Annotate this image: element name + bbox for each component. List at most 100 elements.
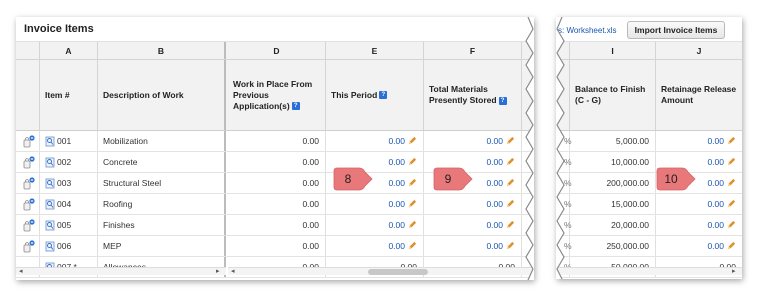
table-row[interactable]: % 15,000.00 0.00 (556, 194, 742, 215)
worksheet-link[interactable]: s: Worksheet.xls (558, 26, 617, 35)
item-number-cell[interactable]: 006 (40, 236, 98, 256)
lock-icon[interactable] (23, 240, 35, 253)
edit-pencil-icon[interactable] (724, 199, 736, 210)
retainage-cell[interactable]: 0.00 (656, 131, 742, 151)
materials-stored-cell[interactable]: 0.00 (424, 236, 522, 256)
scroll-right-arrow-icon[interactable]: ▸ (216, 267, 220, 275)
edit-pencil-icon[interactable] (724, 241, 736, 252)
edit-pencil-icon[interactable] (503, 178, 515, 189)
retainage-cell[interactable]: 0.00 (656, 215, 742, 235)
edit-pencil-icon[interactable] (503, 157, 515, 168)
table-row[interactable]: 006 MEP 0.00 0.00 0.00 (16, 236, 534, 257)
retainage-value[interactable]: 0.00 (707, 178, 724, 188)
header-this-period[interactable]: This Period? (326, 60, 424, 130)
table-row[interactable]: 001 Mobilization 0.00 0.00 0.00 (16, 131, 534, 152)
row-selector[interactable] (16, 215, 40, 235)
header-work-in-place[interactable]: Work in Place From Previous Application(… (228, 60, 326, 130)
this-period-value[interactable]: 0.00 (388, 157, 405, 167)
materials-stored-value[interactable]: 0.00 (486, 241, 503, 251)
edit-pencil-icon[interactable] (724, 136, 736, 147)
row-selector[interactable] (16, 236, 40, 256)
lock-icon[interactable] (23, 177, 35, 190)
table-row[interactable]: % 10,000.00 0.00 (556, 152, 742, 173)
horizontal-scrollbar-right[interactable]: ◂ (228, 267, 534, 275)
edit-pencil-icon[interactable] (405, 241, 417, 252)
edit-pencil-icon[interactable] (724, 157, 736, 168)
materials-stored-value[interactable]: 0.00 (486, 199, 503, 209)
retainage-cell[interactable]: 0.00 (656, 236, 742, 256)
header-retainage-release[interactable]: Retainage Release Amount (656, 60, 742, 130)
document-icon[interactable] (45, 136, 55, 147)
this-period-value[interactable]: 0.00 (388, 136, 405, 146)
header-description[interactable]: Description of Work (98, 60, 226, 130)
lock-icon[interactable] (23, 198, 35, 211)
this-period-value[interactable]: 0.00 (388, 199, 405, 209)
edit-pencil-icon[interactable] (503, 220, 515, 231)
item-number-cell[interactable]: 004 (40, 194, 98, 214)
item-number-cell[interactable]: 002 (40, 152, 98, 172)
edit-pencil-icon[interactable] (405, 178, 417, 189)
document-icon[interactable] (45, 178, 55, 189)
scroll-left-arrow-icon[interactable]: ◂ (19, 267, 23, 275)
materials-stored-value[interactable]: 0.00 (486, 136, 503, 146)
materials-stored-value[interactable]: 0.00 (486, 157, 503, 167)
edit-pencil-icon[interactable] (724, 220, 736, 231)
edit-pencil-icon[interactable] (405, 199, 417, 210)
materials-stored-cell[interactable]: 0.00 (424, 194, 522, 214)
materials-stored-cell[interactable]: 0.00 (424, 215, 522, 235)
row-selector[interactable] (16, 152, 40, 172)
lock-icon[interactable] (23, 156, 35, 169)
lock-icon[interactable] (23, 219, 35, 232)
materials-stored-cell[interactable]: 0.00 (424, 131, 522, 151)
scroll-thumb[interactable] (368, 269, 428, 275)
table-row[interactable]: % 250,000.00 0.00 (556, 236, 742, 257)
this-period-value[interactable]: 0.00 (388, 178, 405, 188)
import-invoice-items-button[interactable]: Import Invoice Items (627, 21, 725, 39)
edit-pencil-icon[interactable] (405, 157, 417, 168)
materials-stored-value[interactable]: 0.00 (486, 178, 503, 188)
help-icon[interactable]: ? (379, 91, 388, 99)
document-icon[interactable] (45, 199, 55, 210)
edit-pencil-icon[interactable] (724, 178, 736, 189)
this-period-cell[interactable]: 0.00 (326, 215, 424, 235)
item-number-cell[interactable]: 003 (40, 173, 98, 193)
edit-pencil-icon[interactable] (405, 220, 417, 231)
scroll-right-arrow-icon[interactable]: ▸ (732, 267, 736, 275)
this-period-cell[interactable]: 0.00 (326, 236, 424, 256)
row-selector[interactable] (16, 131, 40, 151)
edit-pencil-icon[interactable] (503, 136, 515, 147)
retainage-value[interactable]: 0.00 (707, 220, 724, 230)
row-selector[interactable] (16, 173, 40, 193)
table-row[interactable]: 005 Finishes 0.00 0.00 0.00 (16, 215, 534, 236)
horizontal-scrollbar-left[interactable]: ◂ ▸ (16, 267, 226, 275)
retainage-value[interactable]: 0.00 (707, 241, 724, 251)
materials-stored-value[interactable]: 0.00 (486, 220, 503, 230)
retainage-value[interactable]: 0.00 (707, 199, 724, 209)
row-selector[interactable] (16, 194, 40, 214)
edit-pencil-icon[interactable] (405, 136, 417, 147)
table-row[interactable]: % 200,000.00 0.00 (556, 173, 742, 194)
table-row[interactable]: % 20,000.00 0.00 (556, 215, 742, 236)
table-row[interactable]: % 5,000.00 0.00 (556, 131, 742, 152)
this-period-cell[interactable]: 0.00 (326, 131, 424, 151)
horizontal-scrollbar-right-panel[interactable]: ▸ (556, 267, 742, 275)
document-icon[interactable] (45, 157, 55, 168)
retainage-value[interactable]: 0.00 (707, 136, 724, 146)
header-item-number[interactable]: Item # (40, 60, 98, 130)
document-icon[interactable] (45, 241, 55, 252)
scroll-left-arrow-icon[interactable]: ◂ (231, 267, 235, 275)
help-icon[interactable]: ? (291, 102, 300, 111)
document-icon[interactable] (45, 220, 55, 231)
retainage-cell[interactable]: 0.00 (656, 194, 742, 214)
table-row[interactable]: 004 Roofing 0.00 0.00 0.00 (16, 194, 534, 215)
lock-icon[interactable] (23, 135, 35, 148)
edit-pencil-icon[interactable] (503, 199, 515, 210)
item-number-cell[interactable]: 001 (40, 131, 98, 151)
header-materials-stored[interactable]: Total Materials Presently Stored? (424, 60, 522, 130)
help-icon[interactable]: ? (498, 96, 507, 105)
header-balance-to-finish[interactable]: Balance to Finish (C - G) (570, 60, 656, 130)
edit-pencil-icon[interactable] (503, 241, 515, 252)
this-period-cell[interactable]: 0.00 (326, 194, 424, 214)
item-number-cell[interactable]: 005 (40, 215, 98, 235)
retainage-value[interactable]: 0.00 (707, 157, 724, 167)
